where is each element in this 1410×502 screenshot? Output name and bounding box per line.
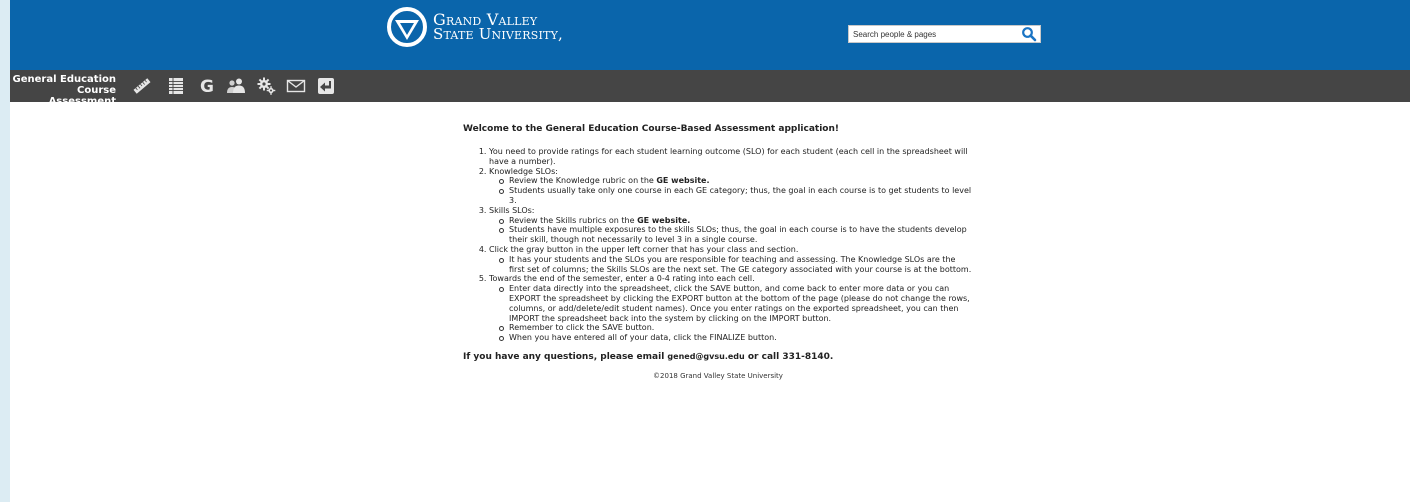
search-icon[interactable] <box>1021 26 1037 42</box>
app-toolbar: General Education Course Assessment G <box>10 70 1410 107</box>
sub-list: Enter data directly into the spreadsheet… <box>489 284 973 343</box>
instruction-text: You need to provide ratings for each stu… <box>489 147 968 166</box>
instruction-item: Towards the end of the semester, enter a… <box>489 274 973 343</box>
sub-list: Review the Knowledge rubric on the GE we… <box>489 176 973 205</box>
sub-item: Enter data directly into the spreadsheet… <box>499 284 973 323</box>
contact-email-link[interactable]: gened@gvsu.edu <box>667 352 744 361</box>
sub-item: Remember to click the SAVE button. <box>499 323 973 333</box>
sub-item: When you have entered all of your data, … <box>499 333 973 343</box>
gears-icon[interactable] <box>256 76 276 96</box>
mail-icon[interactable] <box>286 76 306 96</box>
contact-text: If you have any questions, please email <box>463 351 668 362</box>
sub-item-text: Review the Knowledge rubric on the <box>509 176 657 186</box>
sub-item-text: Review the Skills rubrics on the <box>509 215 638 225</box>
sub-item-text: When you have entered all of your data, … <box>509 333 777 343</box>
sub-item-text: It has your students and the SLOs you ar… <box>509 254 972 274</box>
instruction-item: Knowledge SLOs: Review the Knowledge rub… <box>489 167 973 206</box>
ruler-icon[interactable] <box>132 76 152 96</box>
gvsu-logo-mark-icon <box>387 7 427 47</box>
instruction-item: You need to provide ratings for each stu… <box>489 147 973 167</box>
instruction-item: Skills SLOs: Review the Skills rubrics o… <box>489 206 973 245</box>
logo-line-2: State University, <box>433 25 564 43</box>
search-box <box>848 25 1041 43</box>
instruction-text: Towards the end of the semester, enter a… <box>489 274 755 284</box>
svg-text:G: G <box>200 77 214 96</box>
sub-item-text: Students have multiple exposures to the … <box>509 225 967 245</box>
logo-wordmark: Grand Valley State University, <box>433 12 564 43</box>
sub-item: Review the Knowledge rubric on the GE we… <box>499 176 973 186</box>
back-arrow-icon[interactable] <box>316 76 336 96</box>
spreadsheet-icon[interactable] <box>166 76 186 96</box>
sub-item: Review the Skills rubrics on the GE webs… <box>499 215 973 226</box>
instruction-item: Click the gray button in the upper left … <box>489 245 973 274</box>
g-icon[interactable]: G <box>197 76 217 96</box>
search-input[interactable] <box>849 26 1023 42</box>
app-title-line-1: General Education <box>12 74 116 85</box>
sub-item-text: Enter data directly into the spreadsheet… <box>509 284 970 323</box>
instructions-list: You need to provide ratings for each stu… <box>463 147 973 343</box>
welcome-heading: Welcome to the General Education Course-… <box>463 124 839 134</box>
contact-text: or call 331-8140. <box>744 351 834 362</box>
sub-item-text: Remember to click the SAVE button. <box>509 323 655 333</box>
contact-line: If you have any questions, please email … <box>463 351 973 363</box>
sub-item: Students have multiple exposures to the … <box>499 225 973 245</box>
app-title-line-2: Course Assessment <box>48 85 116 107</box>
people-icon[interactable] <box>226 76 246 96</box>
site-header: Grand Valley State University, <box>10 0 1410 70</box>
sub-item-text: Students usually take only one course in… <box>509 186 972 205</box>
sub-item: It has your students and the SLOs you ar… <box>499 254 973 275</box>
gvsu-logo[interactable]: Grand Valley State University, <box>387 6 563 48</box>
instruction-text: Knowledge SLOs: <box>489 166 558 176</box>
instruction-text: Skills SLOs: <box>489 205 535 215</box>
sub-list: It has your students and the SLOs you ar… <box>489 255 973 275</box>
ge-website-link[interactable]: GE website. <box>637 216 690 225</box>
sub-item: Students usually take only one course in… <box>499 186 973 206</box>
ge-website-link[interactable]: GE website. <box>656 176 709 185</box>
instruction-text: Click the gray button in the upper left … <box>489 244 799 254</box>
page: Grand Valley State University, General E… <box>10 0 1410 502</box>
welcome-content: Welcome to the General Education Course-… <box>463 123 973 382</box>
copyright: ©2018 Grand Valley State University <box>653 371 783 380</box>
sub-list: Review the Skills rubrics on the GE webs… <box>489 216 973 245</box>
app-title[interactable]: General Education Course Assessment <box>8 74 116 107</box>
